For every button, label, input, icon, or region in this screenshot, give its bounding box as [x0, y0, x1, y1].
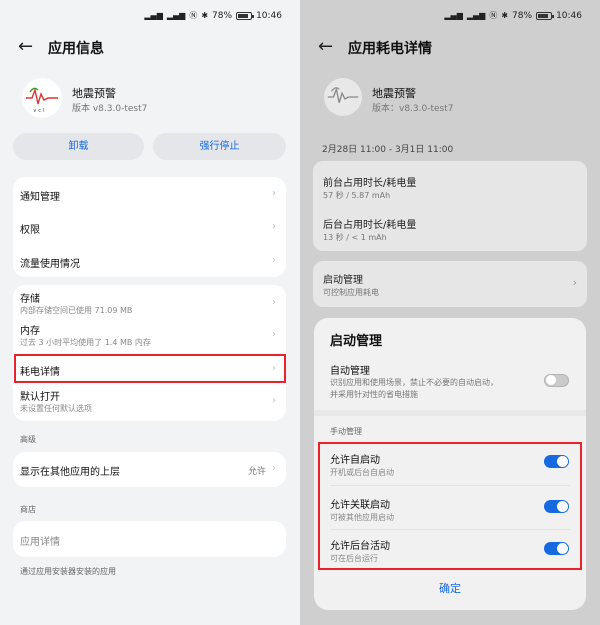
battery-percent: 78% [512, 11, 533, 21]
nfc-icon: Ⓝ [489, 11, 498, 20]
clock: 10:46 [256, 11, 282, 21]
row-subtitle: 可控制应用耗电 [323, 288, 379, 297]
title-bar: ← 应用信息 [0, 36, 300, 60]
settings-group-2: 存储 内部存储空间已使用 71.09 MB › 内存 过去 3 小时平均使用了 … [13, 285, 286, 421]
app-icon [324, 78, 362, 116]
page-title: 应用信息 [48, 41, 104, 57]
bluetooth-icon: ✱ [201, 11, 209, 20]
settings-group-1: 通知管理 › 权限 › 流量使用情况 › [13, 177, 286, 277]
background-usage-value: 13 秒 / < 1 mAh [323, 233, 387, 242]
highlight-box [14, 354, 286, 383]
startup-management-sheet: 启动管理 自动管理 识别应用和使用场景，禁止不必要的自动启动， 并采用针对性的省… [314, 318, 586, 610]
background-usage-title: 后台占用时长/耗电量 [323, 220, 417, 231]
status-bar: ▂▄▆ ▂▄▆ Ⓝ ✱ 78% 10:46 [0, 0, 300, 36]
chevron-right-icon: › [272, 297, 276, 308]
back-arrow-icon[interactable]: ← [18, 36, 38, 58]
app-version: 版本 v8.3.0-test7 [72, 104, 148, 114]
row-title: 通知管理 [20, 192, 60, 203]
installer-note: 通过应用安装器安装的应用 [20, 567, 116, 576]
row-subtitle: 未设置任何默认选项 [20, 404, 92, 413]
app-icon: ∨ c l [22, 78, 62, 118]
nfc-icon: Ⓝ [189, 11, 198, 20]
date-range: 2月28日 11:00 - 3月1日 11:00 [322, 145, 454, 155]
status-bar: ▂▄▆ ▂▄▆ Ⓝ ✱ 78% 10:46 [300, 0, 600, 36]
row-title: 默认打开 [20, 392, 60, 403]
foreground-usage-value: 57 秒 / 5.87 mAh [323, 191, 391, 200]
row-title: 内存 [20, 326, 40, 337]
section-header-advanced: 高级 [20, 435, 36, 444]
chevron-right-icon: › [272, 221, 276, 232]
battery-icon [536, 12, 555, 20]
uninstall-button[interactable]: 卸载 [13, 133, 144, 160]
storage-row[interactable]: 存储 内部存储空间已使用 71.09 MB › [13, 285, 286, 319]
chevron-right-icon: › [272, 463, 276, 474]
row-title: 应用详情 [20, 537, 60, 548]
battery-icon [236, 12, 255, 20]
manual-section-header: 手动管理 [330, 427, 362, 436]
usage-card: 前台占用时长/耗电量 57 秒 / 5.87 mAh 后台占用时长/耗电量 13… [313, 161, 587, 251]
app-name: 地震预警 [372, 87, 416, 100]
highlight-box [318, 442, 582, 570]
section-header-store: 商店 [20, 505, 36, 514]
auto-manage-desc-line-1: 识别应用和使用场景，禁止不必要的自动启动， [330, 378, 498, 387]
app-details-row[interactable]: 应用详情 [13, 521, 286, 557]
chevron-right-icon: › [272, 188, 276, 199]
auto-manage-toggle[interactable] [544, 374, 569, 387]
app-info-screen: ▂▄▆ ▂▄▆ Ⓝ ✱ 78% 10:46 ← 应用信息 ∨ c l 地震预警 … [0, 0, 300, 625]
app-name: 地震预警 [72, 87, 116, 100]
permissions-row[interactable]: 权限 › [13, 210, 286, 243]
chevron-right-icon: › [272, 329, 276, 340]
app-version: 版本：v8.3.0-test7 [372, 104, 454, 114]
row-subtitle: 内部存储空间已使用 71.09 MB [20, 306, 133, 315]
force-stop-button[interactable]: 强行停止 [153, 133, 286, 160]
notification-management-row[interactable]: 通知管理 › [13, 177, 286, 210]
power-details-screen: ▂▄▆ ▂▄▆ Ⓝ ✱ 78% 10:46 ← 应用耗电详情 地震预警 版本：v… [300, 0, 600, 625]
battery-percent: 78% [212, 11, 233, 21]
svg-text:∨ c l: ∨ c l [33, 108, 44, 114]
sheet-title: 启动管理 [330, 334, 383, 349]
row-title: 显示在其他应用的上层 [20, 467, 120, 478]
page-title: 应用耗电详情 [348, 41, 432, 57]
open-by-default-row[interactable]: 默认打开 未设置任何默认选项 › [13, 385, 286, 421]
row-title: 存储 [20, 294, 40, 305]
title-bar: ← 应用耗电详情 [300, 36, 600, 60]
data-usage-row[interactable]: 流量使用情况 › [13, 243, 286, 277]
auto-manage-desc-line-2: 并采用针对性的省电措施 [330, 390, 418, 399]
startup-management-row[interactable]: 启动管理 可控制应用耗电 › [313, 261, 587, 307]
row-value: 允许 [247, 467, 266, 477]
signal-icon: ▂▄▆ [444, 11, 463, 20]
signal-icon: ▂▄▆ [144, 11, 163, 20]
row-title: 权限 [20, 225, 40, 236]
foreground-usage-title: 前台占用时长/耗电量 [323, 178, 417, 189]
row-subtitle: 过去 3 小时平均使用了 1.4 MB 内存 [20, 338, 151, 347]
auto-manage-title: 自动管理 [330, 366, 370, 377]
memory-row[interactable]: 内存 过去 3 小时平均使用了 1.4 MB 内存 › [13, 319, 286, 353]
back-arrow-icon[interactable]: ← [318, 36, 338, 58]
overlay-permission-row[interactable]: 显示在其他应用的上层 允许 › [13, 452, 286, 487]
signal-icon: ▂▄▆ [166, 11, 186, 20]
row-title: 启动管理 [323, 275, 363, 286]
chevron-right-icon: › [272, 255, 276, 266]
clock: 10:46 [556, 11, 582, 21]
bluetooth-icon: ✱ [501, 11, 509, 20]
chevron-right-icon: › [572, 276, 577, 289]
signal-icon: ▂▄▆ [466, 11, 486, 20]
row-title: 流量使用情况 [20, 259, 80, 270]
confirm-button[interactable]: 确定 [314, 576, 586, 602]
chevron-right-icon: › [272, 395, 276, 406]
divider [314, 410, 586, 416]
